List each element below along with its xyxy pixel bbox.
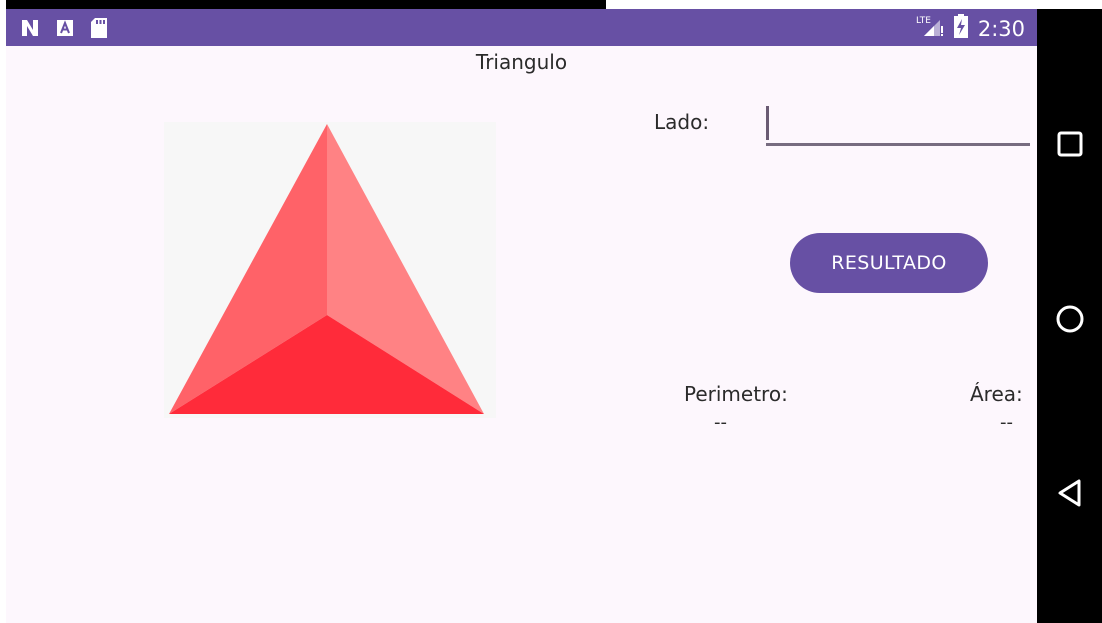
network-label: LTE	[916, 16, 931, 26]
device-screen: LTE 2:30 Triangulo Lado: RESULTADO Perim…	[6, 9, 1102, 623]
back-triangle-icon	[1057, 478, 1083, 512]
status-bar: LTE 2:30	[6, 9, 1037, 46]
status-left-icons	[20, 17, 108, 43]
status-time: 2:30	[977, 16, 1025, 41]
triangle-image	[164, 122, 496, 418]
resultado-button[interactable]: RESULTADO	[790, 233, 988, 293]
perimetro-value: --	[714, 412, 727, 433]
a-icon	[56, 19, 74, 41]
sd-card-icon	[90, 17, 108, 43]
navigation-bar	[1037, 9, 1102, 623]
area-label: Área:	[970, 382, 1023, 406]
recents-square-icon	[1057, 131, 1083, 161]
perimetro-label: Perimetro:	[684, 382, 788, 406]
app-content: Triangulo Lado: RESULTADO Perimetro: -- …	[6, 46, 1037, 623]
lado-label: Lado:	[654, 110, 710, 134]
n-icon	[20, 18, 40, 42]
area-value: --	[1000, 412, 1013, 433]
input-cursor	[766, 106, 769, 140]
home-circle-icon	[1055, 304, 1085, 338]
status-right-icons: LTE 2:30	[916, 14, 1025, 43]
battery-charging-icon	[953, 14, 968, 43]
top-black-strip	[6, 0, 606, 9]
back-button[interactable]	[1037, 465, 1102, 525]
home-button[interactable]	[1037, 291, 1102, 351]
lte-signal-icon: LTE	[916, 14, 944, 43]
recents-button[interactable]	[1037, 116, 1102, 176]
page-title: Triangulo	[475, 50, 568, 74]
lado-input[interactable]	[766, 104, 1030, 146]
